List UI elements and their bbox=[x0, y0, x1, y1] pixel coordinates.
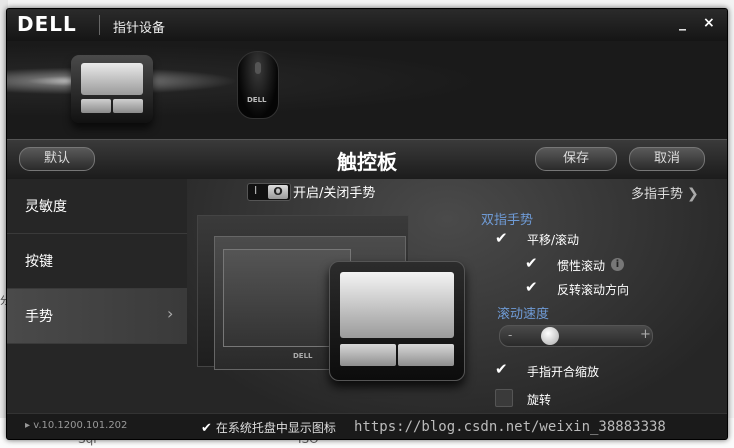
dell-logo: DELL bbox=[17, 12, 77, 36]
touchpad-illustration bbox=[329, 261, 465, 381]
version-text: v.10.1200.101.202 bbox=[33, 420, 128, 431]
close-button[interactable]: × bbox=[703, 15, 715, 31]
rotate-checkbox[interactable] bbox=[495, 389, 513, 407]
title-divider bbox=[99, 15, 100, 35]
rotate-label: 旋转 bbox=[527, 393, 552, 407]
two-finger-settings: 双指手势 ✔ 平移/滚动 ✔ 惯性滚动 i ✔ 反转滚动方向 滚动速度 - + … bbox=[481, 209, 717, 409]
inertia-scroll-checkbox[interactable]: ✔ bbox=[525, 255, 541, 271]
speed-plus: + bbox=[640, 327, 651, 342]
save-button[interactable]: 保存 bbox=[535, 147, 617, 171]
sidebar: 灵敏度 按键 手势 › bbox=[7, 179, 187, 413]
switch-i-label: I bbox=[254, 184, 258, 197]
pinch-zoom-label: 手指开合缩放 bbox=[527, 365, 600, 379]
page-title: 触控板 bbox=[337, 150, 397, 174]
sidebar-item-label: 按键 bbox=[25, 254, 53, 270]
sidebar-item-gestures[interactable]: 手势 › bbox=[7, 289, 187, 344]
reverse-scroll-label: 反转滚动方向 bbox=[557, 283, 630, 297]
window-title: 指针设备 bbox=[113, 21, 166, 36]
info-icon[interactable]: i bbox=[611, 258, 624, 271]
mouse-logo: DELL bbox=[247, 96, 267, 104]
multi-finger-gestures-link[interactable]: 多指手势 ❯ bbox=[631, 183, 699, 202]
mouse-device-icon[interactable]: DELL bbox=[237, 51, 279, 119]
cancel-button[interactable]: 取消 bbox=[629, 147, 705, 171]
scroll-speed-slider[interactable]: - + bbox=[499, 325, 653, 347]
pan-scroll-label: 平移/滚动 bbox=[527, 233, 580, 247]
multi-finger-label: 多指手势 bbox=[631, 187, 684, 202]
pinch-zoom-checkbox[interactable]: ✔ bbox=[495, 361, 511, 377]
reverse-scroll-checkbox[interactable]: ✔ bbox=[525, 279, 541, 295]
two-finger-title: 双指手势 bbox=[481, 213, 534, 228]
chevron-right-icon: ❯ bbox=[687, 186, 699, 202]
gesture-toggle-label: 开启/关闭手势 bbox=[293, 186, 376, 201]
check-icon: ✔ bbox=[201, 421, 212, 436]
title-bar[interactable]: DELL 指针设备 _ × bbox=[7, 9, 727, 41]
gesture-toggle-switch[interactable]: I O bbox=[247, 183, 291, 201]
chevron-right-icon: › bbox=[167, 304, 174, 323]
gestures-panel: I O 开启/关闭手势 多指手势 ❯ DELL 双指手势 ✔ 平移/滚动 ✔ 惯性… bbox=[187, 179, 727, 413]
laptop-brand: DELL bbox=[293, 352, 313, 360]
default-button[interactable]: 默认 bbox=[19, 147, 95, 171]
version-info[interactable]: ▸ v.10.1200.101.202 bbox=[25, 420, 127, 431]
toolbar: 默认 触控板 保存 取消 bbox=[7, 139, 727, 180]
sidebar-item-label: 灵敏度 bbox=[25, 199, 67, 215]
device-selector: DELL bbox=[7, 41, 727, 139]
inertia-scroll-label: 惯性滚动 bbox=[557, 259, 606, 273]
sidebar-item-buttons[interactable]: 按键 bbox=[7, 234, 187, 289]
tray-label: 在系统托盘中显示图标 bbox=[215, 421, 336, 435]
scroll-speed-title: 滚动速度 bbox=[497, 307, 550, 322]
show-tray-icon-option[interactable]: ✔ 在系统托盘中显示图标 bbox=[201, 419, 336, 436]
pointing-device-window: DELL 指针设备 _ × DELL 默认 触控板 保存 取消 灵敏度 按键 手… bbox=[6, 8, 728, 440]
sidebar-item-sensitivity[interactable]: 灵敏度 bbox=[7, 179, 187, 234]
touchpad-device-icon[interactable] bbox=[71, 55, 153, 123]
switch-o-label: O bbox=[268, 185, 288, 199]
minimize-button[interactable]: _ bbox=[679, 15, 686, 31]
slider-thumb[interactable] bbox=[541, 327, 560, 345]
pan-scroll-checkbox[interactable]: ✔ bbox=[495, 230, 511, 246]
watermark-text: https://blog.csdn.net/weixin_38883338 bbox=[354, 419, 666, 435]
sidebar-item-label: 手势 bbox=[25, 309, 53, 325]
speed-minus: - bbox=[508, 328, 513, 342]
